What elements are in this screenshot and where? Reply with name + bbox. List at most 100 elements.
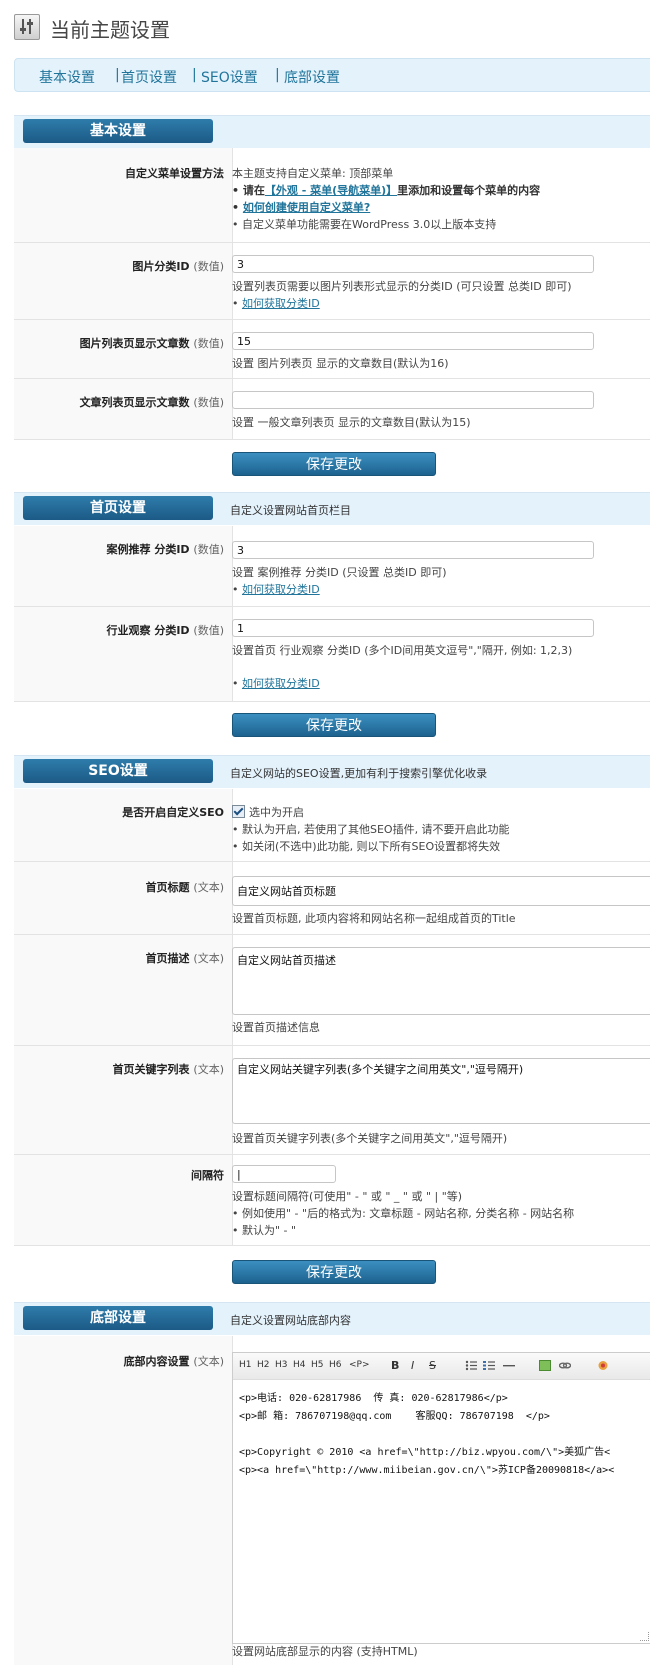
h5-button[interactable]: H5 [311,1360,324,1370]
horizontal-rule-icon[interactable] [503,1360,515,1371]
label-text: 图片分类ID [132,260,190,273]
nav-basic[interactable]: 基本设置 [39,67,95,87]
pic-cat-input[interactable]: 3 [232,255,594,273]
label-text: 首页关键字列表 [112,1063,190,1076]
paragraph-button[interactable]: <P> [349,1360,370,1370]
h4-button[interactable]: H4 [293,1360,306,1370]
help-text: 设置网站底部显示的内容 (支持HTML) [232,1645,418,1658]
numbered-list-icon[interactable] [483,1360,495,1371]
italic-button[interactable]: I [411,1359,414,1372]
label-text: 图片列表页显示文章数 [79,337,190,350]
nav-home[interactable]: 首页设置 [121,67,177,87]
field-label: 图片列表页显示文章数 (数值) [80,335,224,351]
label-text: 底部内容设置 [123,1355,190,1368]
label-text: 案例推荐 分类ID [106,543,190,556]
get-cat-id-link[interactable]: 如何获取分类ID [242,677,320,690]
row-industry-cat: 行业观察 分类ID (数值) 1 设置首页 行业观察 分类ID (多个ID间用英… [14,607,650,702]
section-nav: 基本设置 | 首页设置 | SEO设置 | 底部设置 [14,58,650,92]
home-desc-textarea[interactable]: 自定义网站首页描述 [232,947,650,1015]
menu-info-text: 本主题支持自定义菜单: 顶部菜单 [232,167,394,180]
home-title-input[interactable]: 自定义网站首页标题 [232,876,650,906]
industry-cat-input[interactable]: 1 [232,619,594,637]
section-desc: 自定义网站的SEO设置,更加有利于搜索引擎优化收录 [230,767,488,780]
nav-seo[interactable]: SEO设置 [201,67,258,87]
footer-html-editor[interactable]: H1 H2 H3 H4 H5 H6 <P> B I S <p>电话: 020-6… [232,1352,650,1644]
label-text: 文章列表页显示文章数 [79,396,190,409]
label-unit: (数值) [193,624,224,637]
label-unit: (数值) [193,543,224,556]
save-button[interactable]: 保存更改 [232,1260,436,1284]
code-line: <p>电话: 020-62817986 传 真: 020-62817986</p… [239,1393,508,1404]
help-note: • 默认为" - " [232,1224,297,1237]
row-pic-count: 图片列表页显示文章数 (数值) 15 设置 图片列表页 显示的文章数目(默认为1… [14,320,650,379]
strike-button[interactable]: S [429,1359,436,1372]
wp-version-note: • 自定义菜单功能需要在WordPress 3.0以上版本支持 [232,218,497,231]
bold-button[interactable]: B [391,1359,399,1372]
label-text: 行业观察 分类ID [106,624,190,637]
field-label: 是否开启自定义SEO [122,806,224,819]
appearance-menu-link[interactable]: 【外观 - 菜单(导航菜单)】 [265,184,397,197]
field-label: 间隔符 [191,1169,224,1182]
section-desc: 自定义设置网站底部内容 [230,1314,351,1327]
help-link-line: • 如何获取分类ID [232,677,320,690]
label-unit: (文本) [193,881,224,894]
code-line: <p>邮 箱: 786707198@qq.com 客服QQ: 786707198… [239,1411,550,1422]
section-basic-header: 基本设置 [14,115,650,148]
section-tab: 底部设置 [23,1306,213,1330]
help-link-line: • 如何获取分类ID [232,583,320,596]
post-count-input[interactable] [232,391,594,409]
how-to-menu-line: • 如何创建使用自定义菜单? [232,201,371,214]
field-label: 自定义菜单设置方法 [125,167,224,180]
h2-button[interactable]: H2 [257,1360,270,1370]
row-separator: 间隔符 | 设置标题间隔符(可使用" - " 或 " _ " 或 " | "等)… [14,1155,650,1246]
color-picker-icon[interactable] [597,1360,609,1371]
seo-enable-checkbox[interactable] [232,805,245,818]
row-home-keywords: 首页关键字列表 (文本) 自定义网站关键字列表(多个关键字之间用英文","逗号隔… [14,1046,650,1155]
row-pic-cat: 图片分类ID (数值) 3 设置列表页需要以图片列表形式显示的分类ID (可只设… [14,243,650,320]
nav-footer[interactable]: 底部设置 [284,67,340,87]
field-label: 首页标题 (文本) [146,879,224,895]
help-text: 设置标题间隔符(可使用" - " 或 " _ " 或 " | "等) [232,1190,463,1203]
h1-button[interactable]: H1 [239,1360,252,1370]
h6-button[interactable]: H6 [329,1360,342,1370]
case-cat-input[interactable]: 3 [232,541,594,559]
save-button[interactable]: 保存更改 [232,452,436,476]
field-label: 首页关键字列表 (文本) [113,1061,224,1077]
bullet-list-icon[interactable] [465,1360,477,1371]
help-text: 设置首页标题, 此项内容将和网站名称一起组成首页的Title [232,912,516,925]
pic-count-input[interactable]: 15 [232,332,594,350]
home-keywords-textarea[interactable]: 自定义网站关键字列表(多个关键字之间用英文","逗号隔开) [232,1058,650,1124]
help-text: 设置 一般文章列表页 显示的文章数目(默认为15) [232,416,471,429]
separator-input[interactable]: | [232,1165,336,1183]
label-unit: (数值) [193,396,224,409]
field-label: 行业观察 分类ID (数值) [107,622,225,638]
help-text: 设置列表页需要以图片列表形式显示的分类ID (可只设置 总类ID 即可) [232,280,572,293]
row-home-title: 首页标题 (文本) 自定义网站首页标题 设置首页标题, 此项内容将和网站名称一起… [14,862,650,935]
row-home-desc: 首页描述 (文本) 自定义网站首页描述 设置首页描述信息 [14,935,650,1046]
label-unit: (数值) [193,337,224,350]
section-home-header: 首页设置 自定义设置网站首页栏目 [14,492,650,525]
how-to-create-menu-link[interactable]: 如何创建使用自定义菜单? [243,201,370,214]
label-unit: (数值) [193,260,224,273]
field-label: 底部内容设置 (文本) [124,1353,224,1369]
link-icon[interactable] [559,1360,571,1371]
get-cat-id-link[interactable]: 如何获取分类ID [242,297,320,310]
nav-separator: | [192,67,197,83]
code-line: <p>Copyright © 2010 <a href=\"http://biz… [239,1447,611,1458]
nav-separator: | [115,67,120,83]
row-case-cat: 案例推荐 分类ID (数值) 3 设置 案例推荐 分类ID (只设置 总类ID … [14,526,650,607]
checkbox-label: 选中为开启 [249,806,304,819]
seo-note: • 如关闭(不选中)此功能, 则以下所有SEO设置都将失效 [232,840,501,853]
nav-separator: | [275,67,280,83]
image-icon[interactable] [539,1360,551,1371]
get-cat-id-link[interactable]: 如何获取分类ID [242,583,320,596]
h3-button[interactable]: H3 [275,1360,288,1370]
row-post-count: 文章列表页显示文章数 (数值) 设置 一般文章列表页 显示的文章数目(默认为15… [14,379,650,440]
seo-note: • 默认为开启, 若使用了其他SEO插件, 请不要开启此功能 [232,823,510,836]
seo-enable-checkbox-row[interactable]: 选中为开启 [232,804,304,820]
resize-handle[interactable] [640,1632,649,1641]
row-menu-method: 自定义菜单设置方法 本主题支持自定义菜单: 顶部菜单 • 请在【外观 - 菜单(… [14,148,650,243]
help-text: 设置首页 行业观察 分类ID (多个ID间用英文逗号","隔开, 例如: 1,2… [232,644,573,657]
help-text: 设置首页描述信息 [232,1021,320,1034]
save-button[interactable]: 保存更改 [232,713,436,737]
